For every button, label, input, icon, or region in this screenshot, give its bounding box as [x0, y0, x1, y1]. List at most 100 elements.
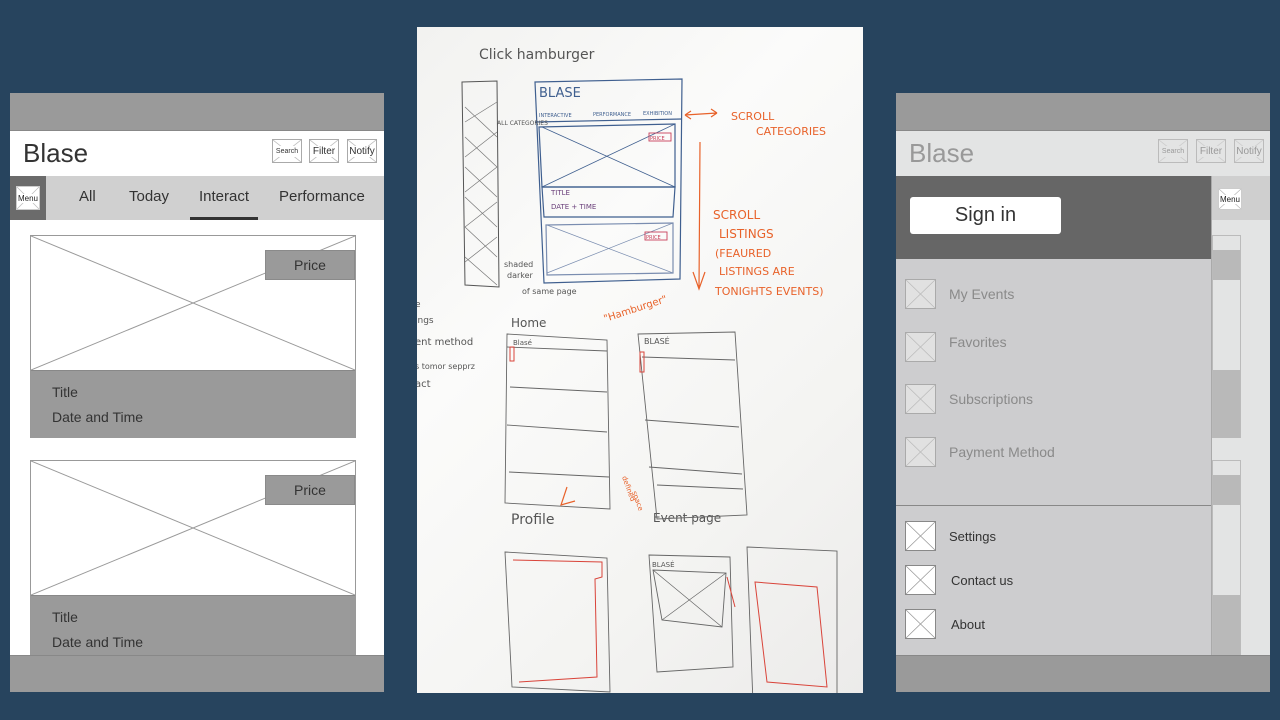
navigation-drawer: Sign in My Events Favorites Subscription…	[896, 176, 1212, 655]
filter-button[interactable]: Filter	[309, 139, 339, 163]
note-left: s tomor sepprz	[417, 362, 475, 371]
note-home: Home	[511, 316, 546, 330]
sketch-tab: EXHIBITION	[643, 111, 672, 117]
drawer-item-my-events[interactable]: My Events	[905, 278, 1014, 310]
notify-button-label: Notify	[1235, 145, 1263, 157]
drawer-item-about[interactable]: About	[905, 608, 985, 640]
note-left: act	[417, 379, 431, 390]
menu-drawer-mockup: Blase Search Filter Notify Menu Sign in …	[896, 93, 1270, 692]
sign-in-button[interactable]: Sign in	[910, 197, 1061, 234]
drawer-item-payment-method[interactable]: Payment Method	[905, 436, 1055, 468]
sketch-price: PRICE	[646, 235, 661, 241]
event-card[interactable]: Price Title Date and Time	[30, 235, 356, 438]
note-scroll-categories: SCROLL	[731, 110, 775, 123]
whiteboard-drawing: BLASE INTERACTIVE PERFORMANCE EXHIBITION…	[417, 47, 838, 693]
price-badge: Price	[265, 475, 355, 505]
settings-icon	[905, 521, 936, 551]
drawer-item-settings[interactable]: Settings	[905, 520, 996, 552]
note-scroll-categories: CATEGORIES	[756, 125, 826, 138]
sketch-logo: BLASE	[539, 86, 581, 101]
drawer-item-subscriptions[interactable]: Subscriptions	[905, 383, 1033, 415]
notify-button-label: Notify	[348, 145, 376, 157]
app-title: Blase	[23, 138, 89, 168]
sketch-profile-drawer	[512, 559, 603, 683]
sketch-hamburger-logo: BLASÉ	[644, 335, 670, 346]
sketch-event-logo: BLASÉ	[652, 560, 675, 569]
event-card[interactable]: Price Title Date and Time	[30, 460, 356, 655]
note-of-same-page: of same page	[522, 287, 577, 296]
search-button[interactable]: Search	[1158, 139, 1188, 163]
sketch-arrow	[560, 486, 576, 506]
my-events-icon	[905, 279, 936, 309]
contact-us-icon	[905, 565, 936, 595]
notify-button[interactable]: Notify	[347, 139, 377, 163]
event-datetime: Date and Time	[52, 409, 144, 425]
drawer-item-label: Subscriptions	[949, 391, 1034, 407]
sketch-home-frame	[504, 333, 611, 510]
sketch-profile-frame	[504, 551, 611, 693]
app-header: Blase Search Filter Notify	[896, 131, 1270, 176]
dimmed-event-card	[1212, 460, 1241, 661]
filter-button-label: Filter	[311, 145, 337, 157]
about-icon	[905, 609, 936, 639]
note-click-hamburger: Click hamburger	[479, 47, 595, 63]
dimmed-listings	[1212, 220, 1270, 661]
drawer-item-contact-us[interactable]: Contact us	[905, 564, 1013, 596]
payment-method-icon	[905, 437, 936, 467]
drawer-divider	[896, 505, 1211, 506]
note-scroll-listings: LISTINGS ARE	[719, 265, 795, 278]
search-button-label: Search	[1160, 145, 1186, 157]
status-bar	[10, 93, 384, 131]
search-button-label: Search	[274, 145, 300, 157]
subscriptions-icon	[905, 384, 936, 414]
tab-performance[interactable]: Performance	[279, 188, 365, 205]
event-info: Title Date and Time	[31, 595, 355, 655]
note-scroll-listings: TONIGHTS EVENTS)	[714, 285, 824, 298]
dimmed-event-card	[1212, 235, 1241, 438]
drawer-item-label: About	[951, 616, 985, 632]
search-button[interactable]: Search	[272, 139, 302, 163]
drawer-item-favorites[interactable]: Favorites	[905, 331, 1007, 363]
scroll-listings-arrow	[692, 141, 706, 291]
event-title: Title	[52, 609, 78, 625]
app-header: Blase Search Filter Notify	[10, 131, 384, 176]
whiteboard-sketch-photo: BLASE INTERACTIVE PERFORMANCE EXHIBITION…	[417, 27, 863, 693]
sketch-event-detail-frame	[746, 546, 838, 693]
event-info: Title Date and Time	[31, 370, 355, 438]
drawer-item-label: Payment Method	[949, 444, 1055, 460]
menu-button[interactable]: Menu	[1218, 188, 1242, 210]
sketch-phone-frame	[534, 78, 683, 284]
event-datetime: Date and Time	[52, 634, 144, 650]
note-all-categories: ALL CATEGORIES	[497, 120, 548, 127]
filter-button-label: Filter	[1198, 145, 1224, 157]
note-scroll-listings: (FEAURED	[715, 247, 771, 260]
note-left: e	[417, 300, 421, 310]
price-badge: Price	[265, 250, 355, 280]
menu-button[interactable]: Menu	[16, 186, 40, 210]
sketch-home-logo: Blasé	[513, 339, 532, 347]
note-left: ings	[417, 316, 434, 326]
note-darker: darker	[507, 271, 534, 280]
sketch-tab: INTERACTIVE	[539, 113, 572, 119]
scroll-categories-arrow	[684, 108, 718, 120]
notify-button[interactable]: Notify	[1234, 139, 1264, 163]
drawer-item-label: Favorites	[949, 334, 1007, 350]
tab-today[interactable]: Today	[129, 188, 169, 205]
drawer-header: Sign in	[896, 176, 1211, 259]
menu-button-label: Menu	[17, 193, 38, 203]
bottom-bar	[10, 655, 384, 692]
drawer-item-label: Contact us	[951, 572, 1014, 588]
sketch-tab: PERFORMANCE	[593, 112, 631, 118]
filter-button[interactable]: Filter	[1196, 139, 1226, 163]
status-bar	[896, 93, 1270, 131]
drawer-item-label: Settings	[949, 528, 996, 544]
menu-block: Menu	[10, 176, 46, 220]
bottom-bar	[896, 655, 1270, 692]
note-shaded: shaded	[504, 260, 533, 269]
tab-interact[interactable]: Interact	[199, 188, 249, 205]
event-title: Title	[52, 384, 78, 400]
note-hamburger: "Hamburger"	[603, 294, 669, 325]
tab-all[interactable]: All	[79, 188, 96, 205]
menu-button-label: Menu	[1219, 194, 1240, 204]
event-listings: Price Title Date and Time Price Title Da…	[10, 220, 384, 655]
